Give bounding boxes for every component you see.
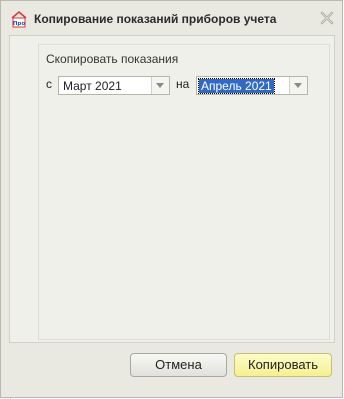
copy-readings-dialog: Про Копирование показаний приборов учета… [0, 0, 343, 398]
to-label: на [176, 77, 190, 91]
to-month-select[interactable]: Апрель 2021 [196, 76, 308, 95]
dialog-title: Копирование показаний приборов учета [34, 12, 277, 26]
from-label: с [46, 77, 52, 91]
chevron-down-icon[interactable] [289, 77, 307, 94]
dialog-titlebar[interactable]: Про Копирование показаний приборов учета [1, 1, 342, 35]
house-logo-icon: Про [10, 10, 28, 28]
cancel-button[interactable]: Отмена [130, 353, 227, 377]
chevron-down-icon[interactable] [151, 77, 169, 94]
logo-text: Про [13, 21, 26, 27]
from-month-select[interactable]: Март 2021 [58, 76, 170, 95]
to-month-value: Апрель 2021 [198, 78, 275, 94]
close-icon[interactable] [320, 11, 334, 25]
dialog-body-panel: Скопировать показания с Март 2021 на Апр… [9, 35, 335, 343]
section-label: Скопировать показания [46, 52, 179, 66]
copy-button[interactable]: Копировать [234, 353, 332, 377]
from-month-value: Март 2021 [63, 79, 122, 93]
